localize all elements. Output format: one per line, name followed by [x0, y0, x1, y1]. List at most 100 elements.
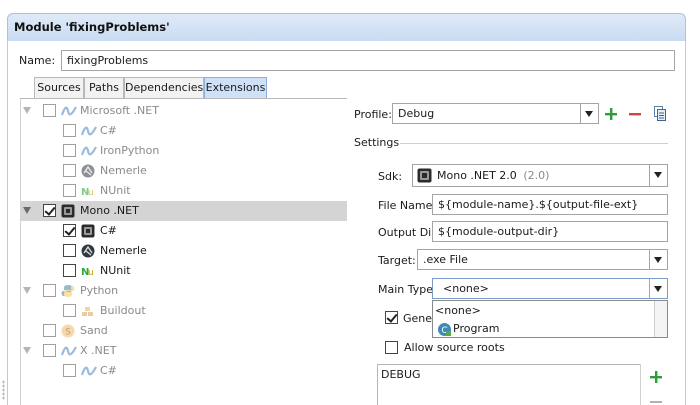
- expand-arrow-icon[interactable]: [23, 287, 31, 294]
- settings-header: Settings: [354, 136, 400, 149]
- tree-checkbox[interactable]: [63, 304, 76, 317]
- name-input[interactable]: fixingProblems: [61, 50, 675, 71]
- svg-text:u: u: [88, 268, 94, 278]
- tree-checkbox[interactable]: [43, 204, 56, 217]
- tree-row-nemerle[interactable]: Nemerle: [20, 161, 347, 181]
- chevron-down-icon[interactable]: [649, 250, 667, 269]
- chevron-down-icon[interactable]: [649, 279, 667, 298]
- output-dir-input[interactable]: ${module-output-dir}: [432, 221, 668, 242]
- tree-label: NUnit: [100, 184, 131, 197]
- tree-checkbox[interactable]: [63, 364, 76, 377]
- tree-label: C#: [100, 124, 117, 137]
- tree-row-c[interactable]: C#: [20, 221, 347, 241]
- target-label: Target:: [378, 254, 416, 267]
- splitter-handle[interactable]: [2, 380, 5, 400]
- profile-value: Debug: [398, 107, 435, 120]
- tree-row-python[interactable]: Python: [20, 281, 347, 301]
- tree-row-nunit[interactable]: Nu NUnit: [20, 181, 347, 201]
- tree-checkbox[interactable]: [43, 284, 56, 297]
- tree-row-sand[interactable]: S Sand: [20, 321, 347, 341]
- window-title: Module 'fixingProblems': [14, 20, 170, 34]
- dropdown-scrollbar[interactable]: [654, 301, 667, 337]
- title-bar: Module 'fixingProblems': [7, 13, 686, 41]
- allow-source-roots-checkbox[interactable]: [385, 341, 398, 354]
- chevron-down-icon[interactable]: [649, 165, 667, 186]
- expand-arrow-icon[interactable]: [23, 107, 31, 114]
- tree-label: Mono .NET: [80, 204, 139, 217]
- tree-row-microsoft-net[interactable]: Microsoft .NET: [20, 101, 347, 121]
- dotnet-icon: [61, 104, 77, 118]
- dotnet-icon: [81, 364, 97, 378]
- main-type-dropdown: <none> C Program: [432, 300, 668, 338]
- file-name-label: File Name:: [378, 199, 437, 212]
- add-profile-icon[interactable]: [603, 106, 619, 122]
- dropdown-option-none[interactable]: <none>: [435, 302, 655, 320]
- tree-row-nunit[interactable]: Nu NUnit: [20, 261, 347, 281]
- svg-text:S: S: [65, 328, 71, 338]
- tree-row-c[interactable]: C#: [20, 361, 347, 381]
- profile-select[interactable]: Debug: [392, 103, 599, 124]
- tab-sources[interactable]: Sources: [34, 77, 84, 98]
- tree-row-nemerle[interactable]: Nemerle: [20, 241, 347, 261]
- tree-row-x-net[interactable]: X .NET: [20, 341, 347, 361]
- settings-separator: [400, 143, 668, 144]
- tree-checkbox[interactable]: [63, 264, 76, 277]
- main-type-value: <none>: [443, 282, 489, 295]
- tab-paths[interactable]: Paths: [84, 77, 124, 98]
- dotnet-icon: [81, 124, 97, 138]
- tree-checkbox[interactable]: [63, 184, 76, 197]
- defines-textarea[interactable]: DEBUG: [377, 364, 669, 405]
- tree-checkbox[interactable]: [43, 324, 56, 337]
- generate-checkbox[interactable]: [385, 311, 398, 324]
- tree-label: Nemerle: [100, 164, 147, 177]
- tree-label: IronPython: [100, 144, 160, 157]
- mono-icon: [61, 204, 75, 218]
- remove-profile-icon[interactable]: [627, 106, 643, 122]
- nemerle-icon: [81, 244, 95, 258]
- tree-checkbox[interactable]: [63, 244, 76, 257]
- dotnet-icon: [81, 144, 97, 158]
- nunit-icon: Nu: [81, 184, 95, 198]
- mono-icon: [417, 168, 432, 186]
- tree-label: C#: [100, 224, 117, 237]
- main-type-label: Main Type:: [378, 283, 437, 296]
- dotnet-icon: [61, 344, 77, 358]
- target-select[interactable]: .exe File: [417, 249, 668, 270]
- main-type-select[interactable]: <none>: [432, 278, 668, 299]
- mono-icon: [81, 224, 95, 238]
- tree-row-buildout[interactable]: Buildout: [20, 301, 347, 321]
- tree-checkbox[interactable]: [63, 164, 76, 177]
- tree-row-c[interactable]: C#: [20, 121, 347, 141]
- tree-label: NUnit: [100, 264, 131, 277]
- sdk-label: Sdk:: [378, 170, 403, 183]
- expand-arrow-icon[interactable]: [23, 347, 31, 354]
- expand-arrow-icon[interactable]: [23, 207, 31, 214]
- dropdown-option-program[interactable]: C Program: [435, 320, 655, 338]
- tree-checkbox[interactable]: [63, 224, 76, 237]
- add-define-icon[interactable]: [648, 369, 664, 385]
- tree-row-ironpython[interactable]: IronPython: [20, 141, 347, 161]
- output-dir-label: Output Dir:: [378, 226, 440, 239]
- tab-extensions[interactable]: Extensions: [204, 77, 267, 98]
- tree-row-mono-net[interactable]: Mono .NET: [20, 201, 347, 221]
- python-icon: [61, 284, 75, 298]
- tree-checkbox[interactable]: [43, 344, 56, 357]
- tree-label: X .NET: [80, 344, 117, 357]
- name-label: Name:: [19, 54, 56, 67]
- nunit-icon: Nu: [81, 264, 95, 278]
- profile-label: Profile:: [354, 108, 392, 121]
- module-settings-dialog: Module 'fixingProblems' Name: fixingProb…: [0, 0, 700, 405]
- tab-dependencies[interactable]: Dependencies: [124, 77, 204, 98]
- tree-checkbox[interactable]: [63, 144, 76, 157]
- tree-checkbox[interactable]: [43, 104, 56, 117]
- chevron-down-icon[interactable]: [580, 104, 598, 123]
- program-label: Program: [453, 322, 500, 335]
- file-name-input[interactable]: ${module-name}.${output-file-ext}: [432, 194, 668, 215]
- sand-icon: S: [61, 324, 75, 338]
- copy-profile-icon[interactable]: [652, 105, 668, 121]
- sdk-select[interactable]: Mono .NET 2.0 (2.0): [412, 164, 668, 187]
- nemerle-icon: [81, 164, 95, 178]
- class-icon: C: [437, 322, 452, 343]
- remove-define-icon[interactable]: [650, 401, 662, 403]
- tree-checkbox[interactable]: [63, 124, 76, 137]
